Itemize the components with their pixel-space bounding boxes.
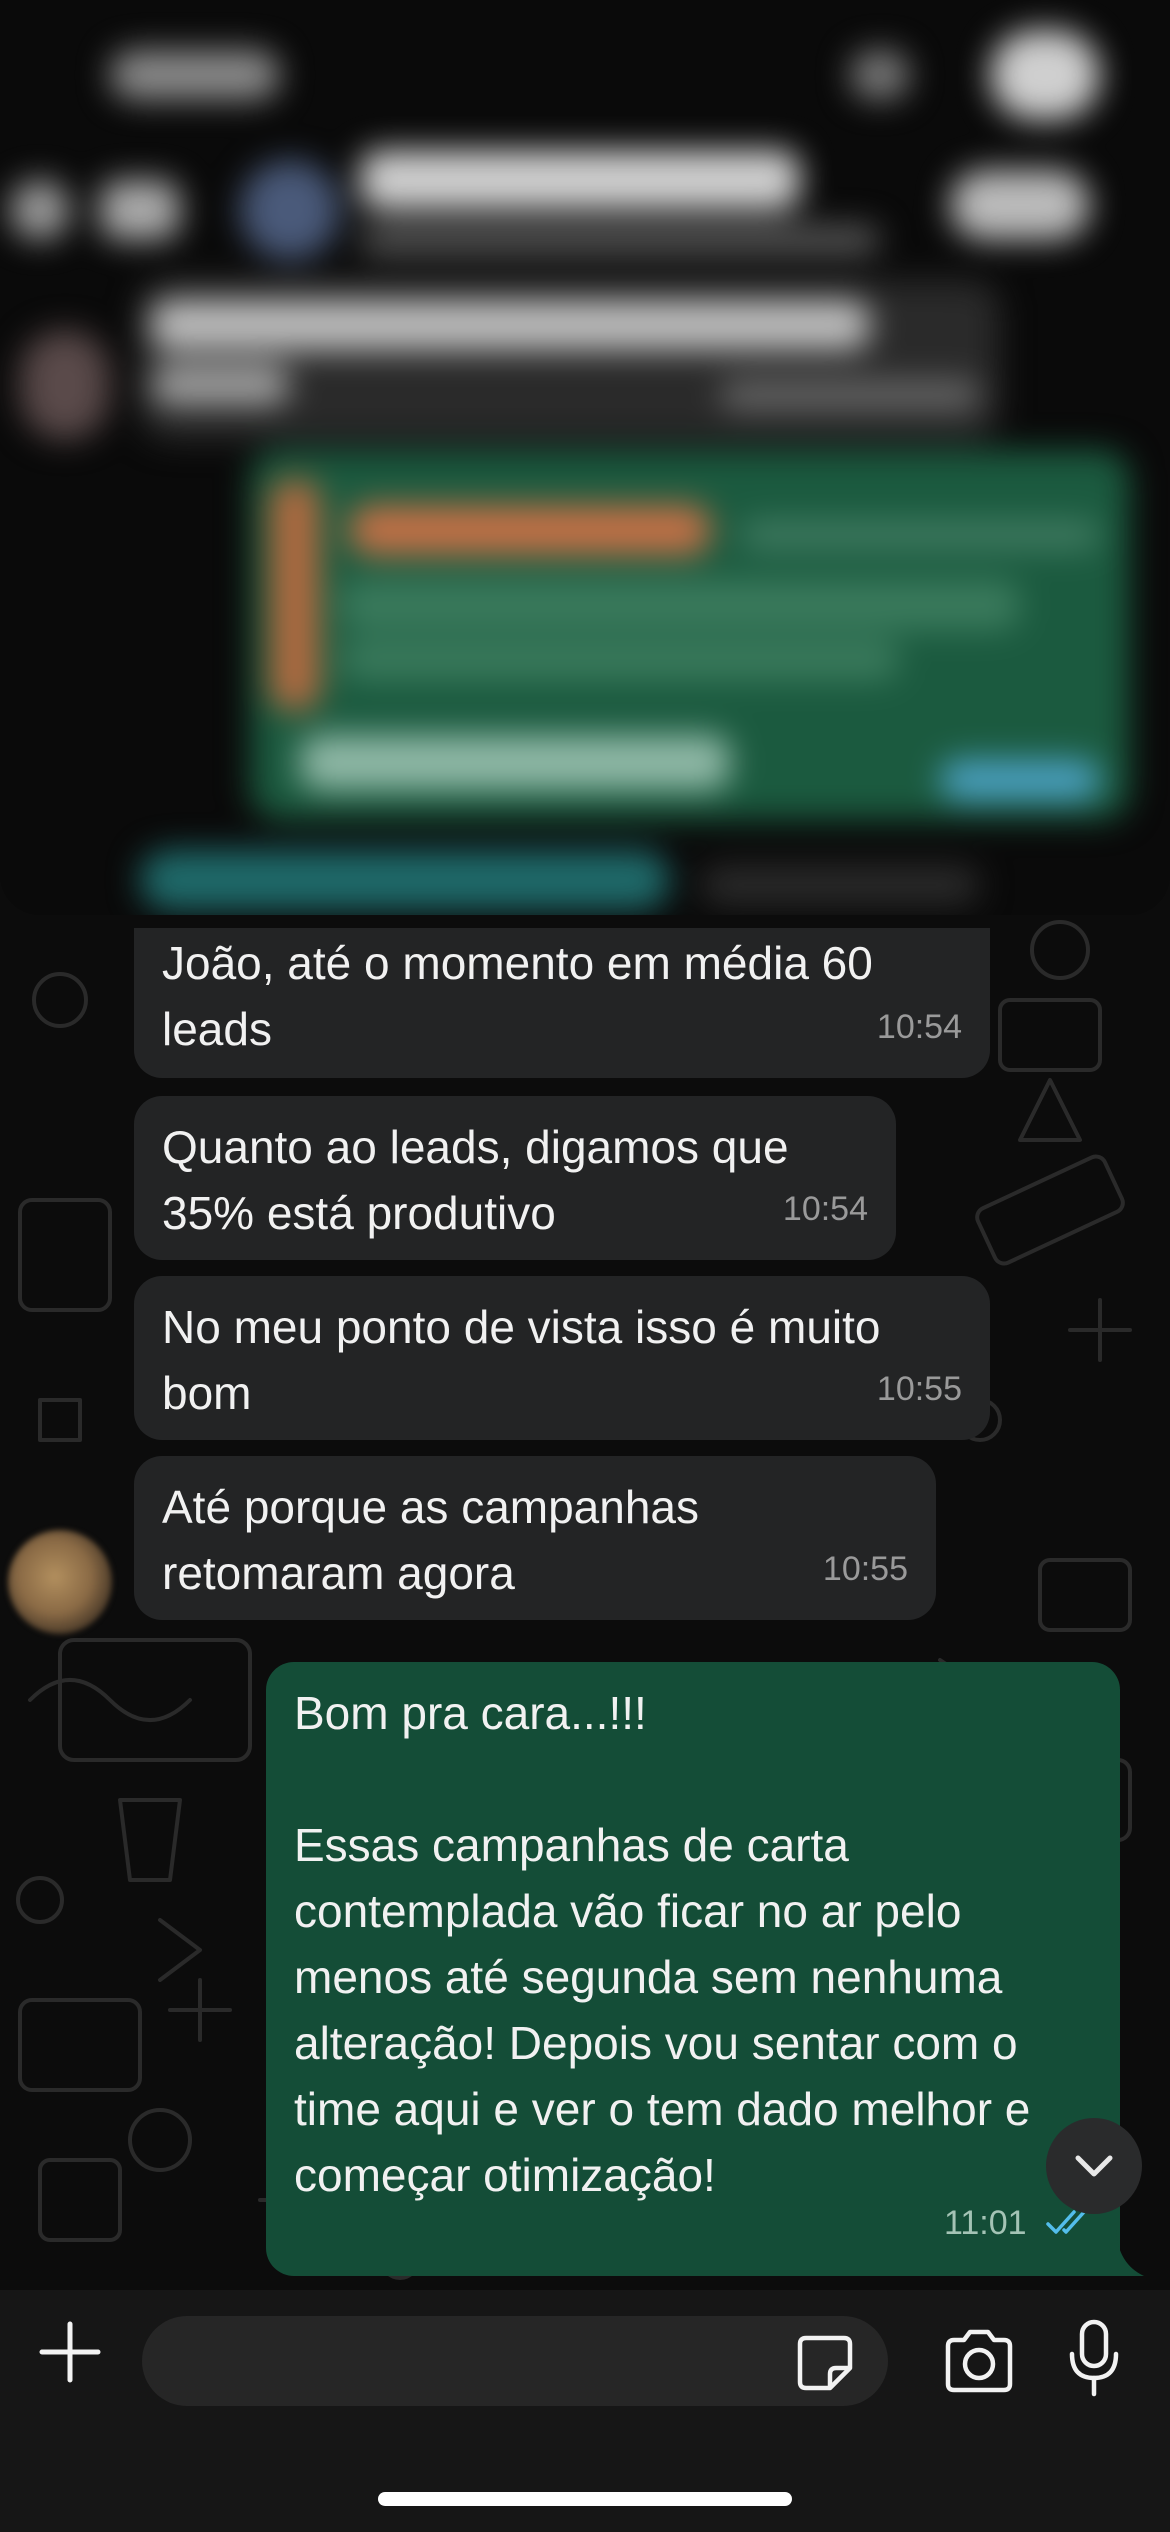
message-time: 10:55: [822, 1550, 908, 1588]
message-text: Quanto ao leads, digamos que 35% está pr…: [162, 1121, 802, 1239]
home-indicator[interactable]: [378, 2492, 792, 2506]
message-text: Até porque as campanhas retomaram agora: [162, 1481, 712, 1599]
blurred-header-area: [0, 0, 1170, 915]
message-text: João, até o momento em média 60 leads: [162, 937, 886, 1055]
sticker-icon[interactable]: [796, 2334, 854, 2392]
message-time: 10:54: [782, 1190, 868, 1228]
message-text: Bom pra cara...!!! Essas campanhas de ca…: [294, 1687, 1031, 2201]
message-time: 11:01: [943, 2204, 1027, 2242]
message-text: No meu ponto de vista isso é muito bom: [162, 1301, 894, 1419]
camera-icon[interactable]: [942, 2326, 1016, 2396]
plus-icon[interactable]: [38, 2320, 102, 2384]
message-bubble-incoming[interactable]: Quanto ao leads, digamos que 35% está pr…: [134, 1096, 896, 1260]
message-input[interactable]: [142, 2316, 888, 2406]
bubble-tail: [1104, 2230, 1144, 2276]
chevron-down-icon: [1075, 2155, 1113, 2177]
message-bubble-incoming[interactable]: No meu ponto de vista isso é muito bom 1…: [134, 1276, 990, 1440]
message-time: 10:54: [876, 1008, 962, 1046]
message-bubble-outgoing[interactable]: Bom pra cara...!!! Essas campanhas de ca…: [266, 1662, 1120, 2276]
message-bubble-incoming[interactable]: João, até o momento em média 60 leads 10…: [134, 928, 990, 1078]
scroll-to-bottom-button[interactable]: [1046, 2118, 1142, 2214]
microphone-icon[interactable]: [1068, 2318, 1120, 2398]
message-bubble-incoming[interactable]: Até porque as campanhas retomaram agora …: [134, 1456, 936, 1620]
contact-avatar[interactable]: [8, 1530, 112, 1634]
message-time: 10:55: [876, 1370, 962, 1408]
